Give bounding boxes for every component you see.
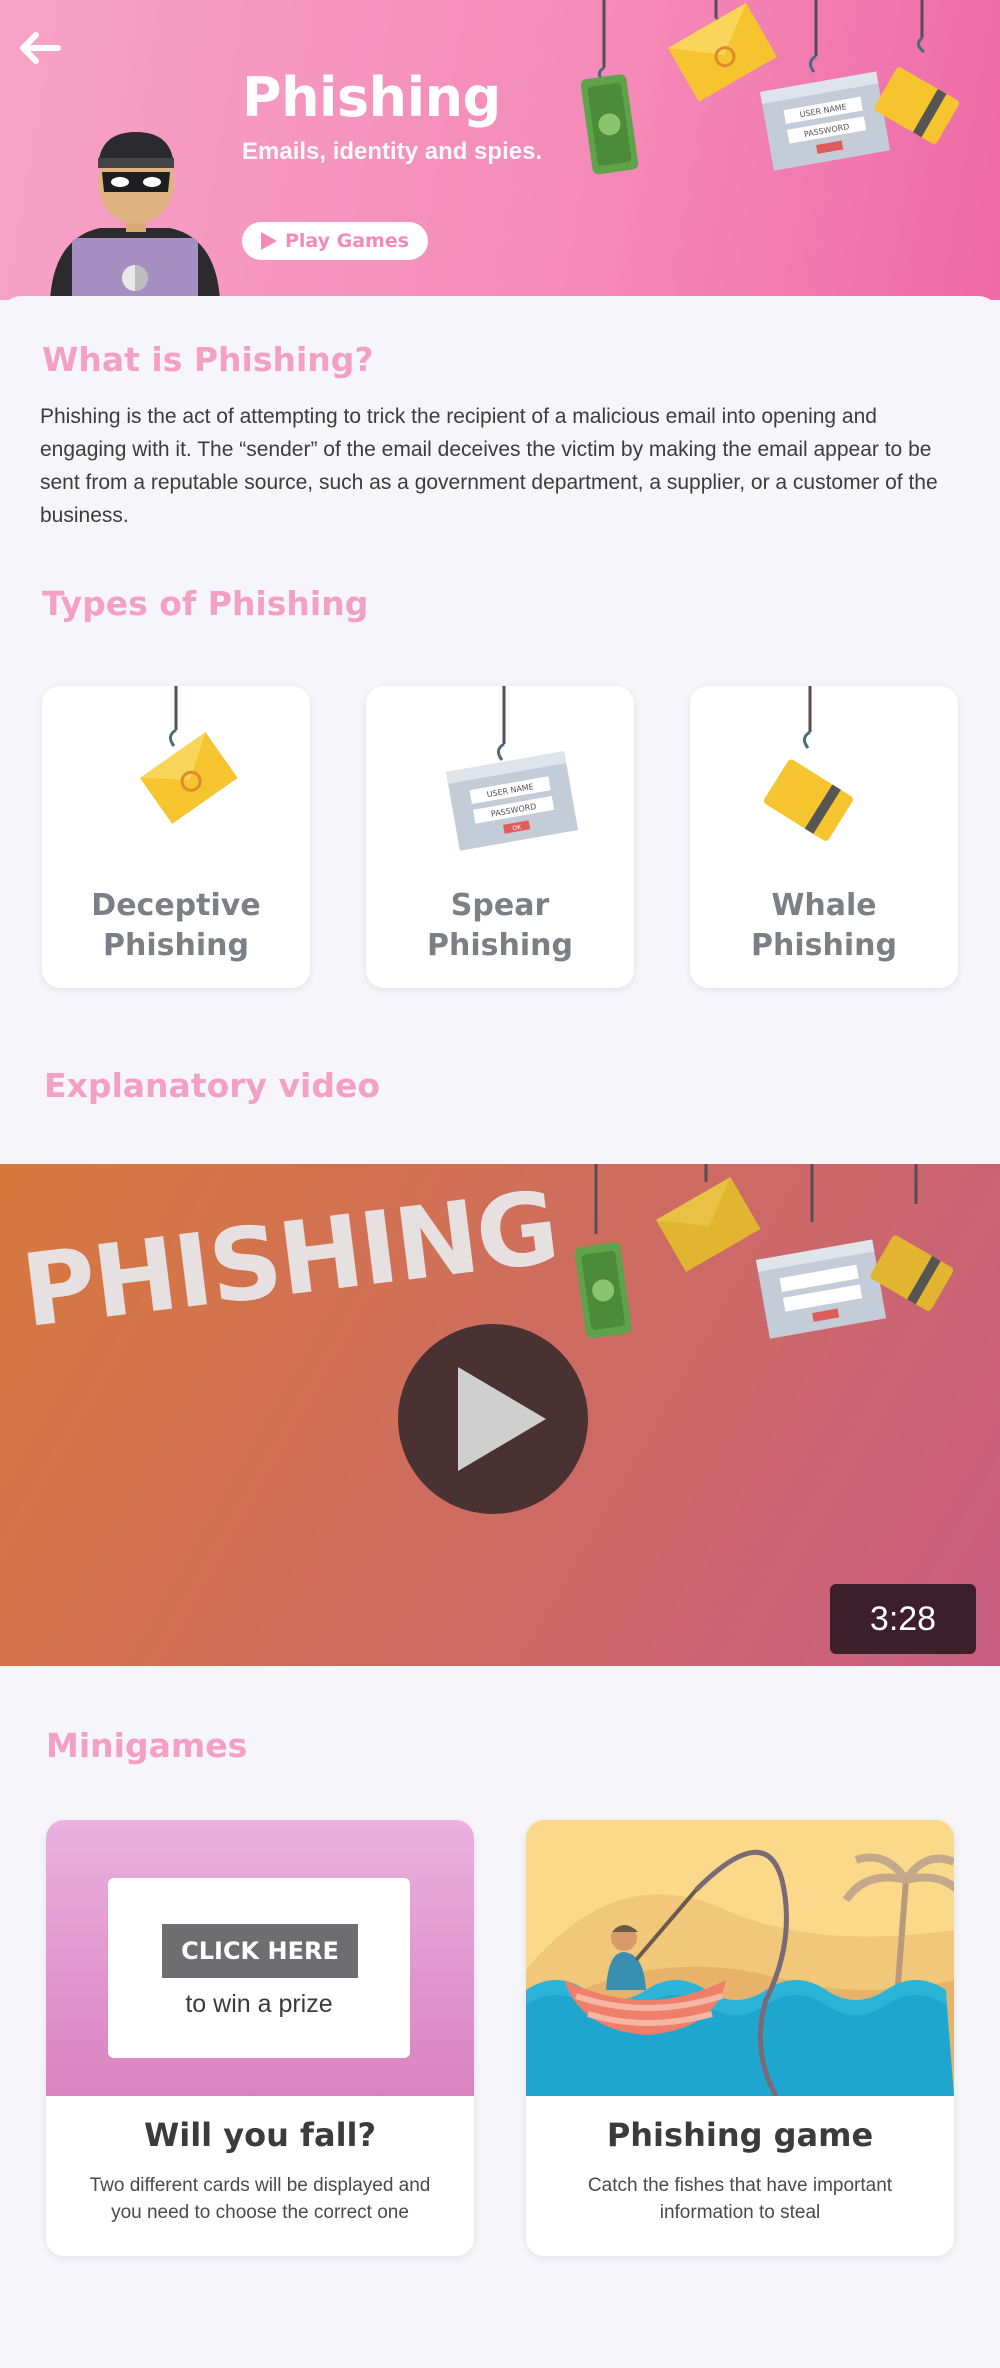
- credit-card-icon: [763, 686, 853, 841]
- envelope-icon: [656, 1177, 761, 1272]
- types-heading: Types of Phishing: [42, 584, 369, 623]
- money-icon: [580, 74, 639, 175]
- minigame-card-will-you-fall[interactable]: CLICK HERE to win a prize Will you fall?…: [46, 1820, 474, 2256]
- prize-text: to win a prize: [185, 1990, 333, 2018]
- envelope-icon: [140, 686, 238, 824]
- thief-illustration: [50, 132, 220, 300]
- video-heading: Explanatory video: [44, 1066, 381, 1105]
- type-card-spear[interactable]: USER NAME PASSWORD OK Spear Phishing: [366, 686, 634, 988]
- play-games-button[interactable]: Play Games: [242, 222, 428, 260]
- login-form-icon: USER NAME PASSWORD OK: [446, 686, 579, 851]
- minigame-description: Two different cards will be displayed an…: [89, 2175, 431, 2223]
- play-icon: [458, 1367, 546, 1471]
- page-subtitle: Emails, identity and spies.: [242, 138, 543, 165]
- play-games-label: Play Games: [284, 230, 410, 252]
- type-label: Spear Phishing: [427, 888, 573, 963]
- hanging-baits-illustration: [574, 1164, 954, 1339]
- explanatory-video[interactable]: PHISHING 3:28: [0, 1164, 1000, 1666]
- minigames-heading: Minigames: [46, 1726, 248, 1765]
- video-play-button[interactable]: [398, 1324, 588, 1514]
- video-duration: 3:28: [830, 1584, 976, 1654]
- video-title-art: PHISHING: [16, 1168, 564, 1351]
- minigame-title: Will you fall?: [143, 2116, 377, 2154]
- minigame-title: Phishing game: [606, 2116, 874, 2154]
- minigame-card-phishing-game[interactable]: Phishing game Catch the fishes that have…: [526, 1820, 954, 2256]
- minigame-art: CLICK HERE to win a prize: [46, 1820, 474, 2096]
- type-card-whale[interactable]: Whale Phishing: [690, 686, 958, 988]
- envelope-icon: [668, 3, 777, 102]
- type-label: Whale Phishing: [751, 888, 897, 963]
- back-arrow-icon[interactable]: [14, 22, 66, 74]
- intro-heading: What is Phishing?: [42, 340, 374, 379]
- login-form-icon: USER NAME PASSWORD: [760, 71, 891, 171]
- minigame-description: Catch the fishes that have important inf…: [587, 2175, 893, 2223]
- page-title: Phishing: [242, 66, 501, 129]
- fisherman-illustration: [526, 1820, 954, 2096]
- play-icon: [260, 232, 277, 250]
- money-icon: [574, 1242, 632, 1339]
- hanging-baits-illustration: USER NAME PASSWORD: [580, 0, 959, 175]
- type-label: Deceptive Phishing: [91, 888, 261, 963]
- login-form-icon: [756, 1239, 887, 1339]
- type-card-deceptive[interactable]: Deceptive Phishing: [42, 686, 310, 988]
- main-content: What is Phishing? Phishing is the act of…: [0, 296, 1000, 2368]
- click-here-banner: CLICK HERE: [162, 1924, 358, 1978]
- page-header: Phishing Emails, identity and spies. Pla…: [0, 0, 1000, 300]
- intro-paragraph: Phishing is the act of attempting to tri…: [40, 405, 938, 527]
- prize-card: CLICK HERE to win a prize: [108, 1878, 410, 2058]
